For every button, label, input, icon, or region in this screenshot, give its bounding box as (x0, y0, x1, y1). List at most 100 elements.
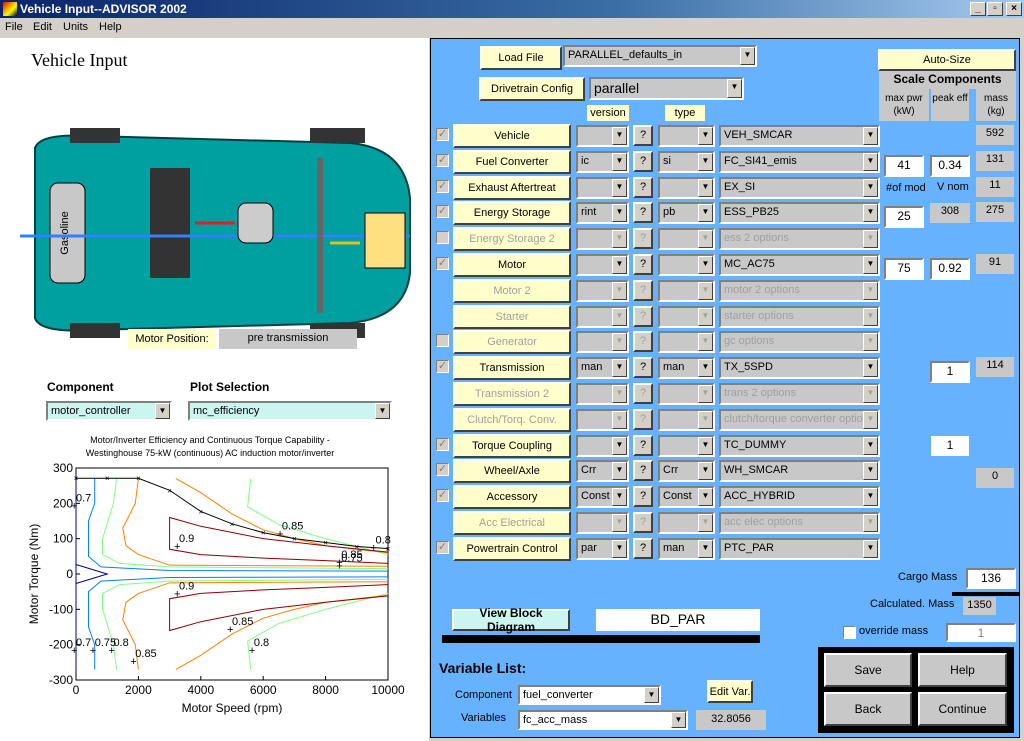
type-select[interactable]: Const ▼ (658, 486, 715, 509)
chevron-down-icon[interactable]: ▼ (863, 462, 878, 481)
chevron-down-icon[interactable]: ▼ (612, 462, 627, 481)
edit-var-button[interactable]: Edit Var. (707, 680, 753, 703)
component-button[interactable]: Transmission (453, 356, 571, 381)
component-button[interactable]: Transmission 2 (453, 382, 571, 406)
save-button[interactable]: Save (824, 653, 912, 687)
chevron-down-icon[interactable]: ▼ (698, 488, 713, 507)
file-select[interactable]: FC_SI41_emis ▼ (719, 150, 880, 173)
type-select[interactable]: ▼ (658, 434, 715, 457)
chevron-down-icon[interactable]: ▼ (698, 410, 713, 429)
version-select[interactable]: par ▼ (576, 537, 629, 560)
continue-button[interactable]: Continue (918, 692, 1007, 726)
type-select[interactable]: man ▼ (658, 357, 715, 380)
type-select[interactable]: man ▼ (658, 537, 715, 560)
component-button[interactable]: Acc Electrical (453, 511, 571, 535)
chevron-down-icon[interactable]: ▼ (698, 230, 713, 249)
help-question-button[interactable]: ? (633, 305, 653, 327)
var-component-select[interactable]: fuel_converter ▼ (518, 685, 661, 705)
max-power-input[interactable]: 75 (884, 258, 924, 280)
max-power-input[interactable]: 25 (884, 206, 924, 229)
version-select[interactable]: ▼ (576, 305, 629, 328)
help-question-button[interactable]: ? (633, 150, 653, 172)
type-select[interactable]: ▼ (658, 254, 715, 276)
chevron-down-icon[interactable]: ▼ (863, 204, 878, 223)
peak-eff-input[interactable]: 0.92 (930, 258, 970, 280)
version-select[interactable]: ▼ (576, 331, 629, 354)
file-select[interactable]: TX_5SPD ▼ (719, 357, 880, 380)
chevron-down-icon[interactable]: ▼ (698, 256, 713, 274)
version-select[interactable]: Const ▼ (576, 486, 629, 509)
help-question-button[interactable]: ? (633, 408, 653, 430)
file-select[interactable]: VEH_SMCAR ▼ (719, 125, 880, 147)
help-question-button[interactable]: ? (633, 357, 653, 379)
row-enable-checkbox[interactable]: ✓ (436, 540, 449, 554)
chevron-down-icon[interactable]: ▼ (612, 256, 627, 274)
auto-size-button[interactable]: Auto-Size (878, 49, 1016, 71)
chevron-down-icon[interactable]: ▼ (612, 410, 627, 429)
component-button[interactable]: Clutch/Torq. Conv. (453, 407, 571, 432)
row-enable-checkbox[interactable]: ✓ (436, 360, 449, 374)
menu-edit[interactable]: Edit (33, 21, 52, 33)
chevron-down-icon[interactable]: ▼ (698, 462, 713, 481)
chevron-down-icon[interactable]: ▼ (863, 385, 878, 403)
chevron-down-icon[interactable]: ▼ (698, 539, 713, 558)
help-question-button[interactable]: ? (633, 434, 653, 456)
peak-eff-input[interactable]: 0.34 (930, 154, 970, 177)
chevron-down-icon[interactable]: ▼ (863, 127, 878, 145)
chevron-down-icon[interactable]: ▼ (671, 712, 686, 728)
file-select[interactable]: WH_SMCAR ▼ (719, 460, 880, 483)
row-enable-checkbox[interactable]: ✓ (436, 179, 449, 193)
chevron-down-icon[interactable]: ▼ (612, 385, 627, 403)
help-question-button[interactable]: ? (633, 331, 653, 353)
help-button[interactable]: Help (918, 653, 1007, 687)
component-button[interactable]: Starter (453, 304, 571, 329)
file-select[interactable]: starter options ▼ (719, 305, 880, 328)
component-button[interactable]: Powertrain Control (453, 536, 571, 561)
component-button[interactable]: Generator (453, 330, 571, 355)
chevron-down-icon[interactable]: ▼ (863, 359, 878, 378)
type-select[interactable]: pb ▼ (658, 202, 715, 225)
chevron-down-icon[interactable]: ▼ (612, 488, 627, 507)
cargo-mass-input[interactable]: 136 (966, 568, 1016, 589)
help-question-button[interactable]: ? (633, 228, 653, 250)
file-select[interactable]: MC_AC75 ▼ (719, 254, 880, 276)
row-enable-checkbox[interactable] (436, 231, 449, 245)
help-question-button[interactable]: ? (633, 383, 653, 404)
chevron-down-icon[interactable]: ▼ (612, 436, 627, 455)
close-button[interactable]: × (1006, 2, 1022, 16)
chevron-down-icon[interactable]: ▼ (863, 514, 878, 532)
row-enable-checkbox[interactable]: ✓ (436, 257, 449, 270)
component-button[interactable]: Fuel Converter (453, 149, 571, 174)
chevron-down-icon[interactable]: ▼ (863, 281, 878, 300)
chevron-down-icon[interactable]: ▼ (698, 152, 713, 171)
row-enable-checkbox[interactable] (436, 334, 449, 348)
chevron-down-icon[interactable]: ▼ (863, 256, 878, 274)
component-button[interactable]: Energy Storage (453, 201, 571, 226)
component-button[interactable]: Torque Coupling (453, 433, 571, 458)
plot-select[interactable]: mc_efficiency ▼ (188, 401, 392, 421)
version-select[interactable]: rint ▼ (576, 202, 629, 225)
row-enable-checkbox[interactable]: ✓ (436, 128, 449, 141)
file-select[interactable]: TC_DUMMY ▼ (719, 434, 880, 457)
type-select[interactable]: ▼ (658, 125, 715, 147)
view-block-diagram-button[interactable]: View Block Diagram (452, 606, 570, 634)
file-select[interactable]: clutch/torque converter optio ▼ (719, 408, 880, 431)
chevron-down-icon[interactable]: ▼ (612, 514, 627, 532)
file-select[interactable]: PTC_PAR ▼ (719, 537, 880, 560)
chevron-down-icon[interactable]: ▼ (863, 152, 878, 171)
type-select[interactable]: ▼ (658, 176, 715, 199)
chevron-down-icon[interactable]: ▼ (612, 539, 627, 558)
chevron-down-icon[interactable]: ▼ (644, 687, 659, 703)
chevron-down-icon[interactable]: ▼ (863, 488, 878, 507)
component-button[interactable]: Energy Storage 2 (453, 227, 571, 252)
file-select[interactable]: ACC_HYBRID ▼ (719, 486, 880, 509)
file-select[interactable]: ESS_PB25 ▼ (719, 202, 880, 225)
maximize-button[interactable]: ▫ (987, 2, 1003, 16)
load-file-select[interactable]: PARALLEL_defaults_in ▼ (563, 45, 757, 67)
type-select[interactable]: ▼ (658, 512, 715, 534)
type-select[interactable]: ▼ (658, 383, 715, 405)
chevron-down-icon[interactable]: ▼ (698, 436, 713, 455)
chevron-down-icon[interactable]: ▼ (863, 307, 878, 326)
type-select[interactable]: Crr ▼ (658, 460, 715, 483)
version-select[interactable]: man ▼ (576, 357, 629, 380)
